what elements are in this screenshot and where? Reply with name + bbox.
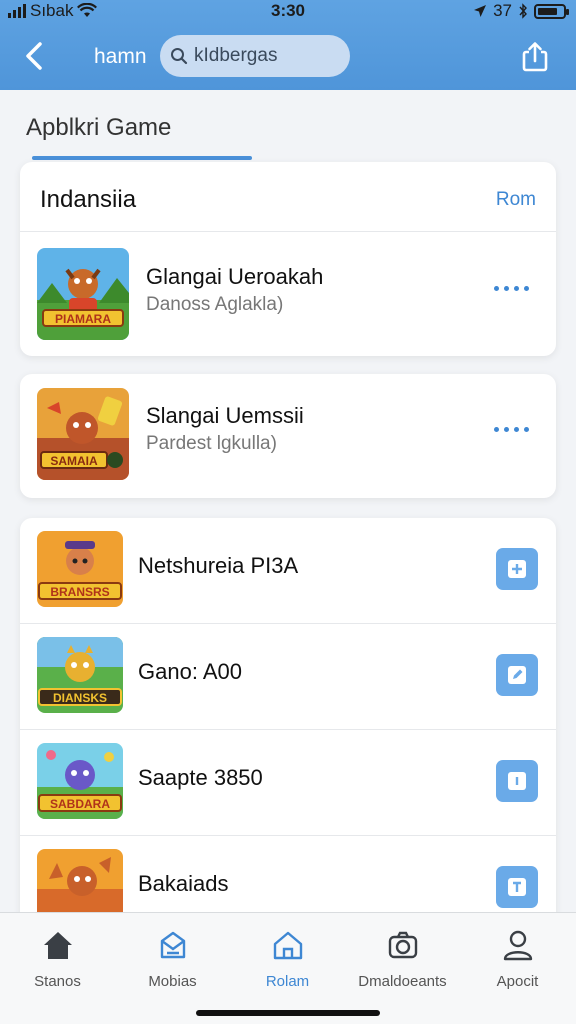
plus-icon: [508, 560, 526, 578]
game-thumbnail: PIAMARA: [37, 248, 129, 340]
location-arrow-icon: [474, 5, 487, 17]
list-item[interactable]: SABDARA Saapte 3850: [20, 730, 556, 836]
svg-text:SABDARA: SABDARA: [50, 797, 110, 811]
game-thumbnail: BRANSRS: [37, 531, 123, 607]
featured-card: Indansiia Rom PIAMARA Glangai Ueroakah D…: [20, 162, 556, 356]
game-art-icon: DIANSKS: [37, 637, 123, 713]
bluetooth-icon: [519, 3, 527, 19]
game-thumbnail: DIANSKS: [37, 637, 123, 713]
list-item[interactable]: DIANSKS Gano: A00: [20, 624, 556, 730]
section-title: Apblkri Game: [26, 114, 172, 141]
download-icon: [508, 878, 526, 896]
game-art-icon: PIAMARA: [37, 248, 129, 340]
more-options-button[interactable]: [494, 286, 529, 291]
download-button[interactable]: [496, 866, 538, 908]
edit-icon: [508, 666, 526, 684]
svg-text:DIANSKS: DIANSKS: [53, 691, 107, 705]
game-thumbnail: SAMAIA: [37, 388, 129, 480]
search-bar[interactable]: [160, 35, 350, 77]
game-title: Bakaiads: [138, 871, 229, 896]
battery-percent: 37: [493, 1, 512, 20]
tab-mobias[interactable]: Mobias: [115, 925, 230, 990]
game-title: Gano: A00: [138, 659, 242, 684]
featured-item-card[interactable]: SAMAIA Slangai Uemssii Pardest lgkulla): [20, 374, 556, 498]
app-header: Sıbak 3:30 37 hamn: [0, 0, 576, 90]
tab-apocit[interactable]: Apocit: [460, 925, 575, 990]
edit-button[interactable]: [496, 654, 538, 696]
game-thumbnail: SABDARA: [37, 743, 123, 819]
nav-title: hamn: [94, 45, 147, 68]
game-art-icon: SABDARA: [37, 743, 123, 819]
chevron-left-icon: [26, 42, 42, 70]
see-more-link[interactable]: Rom: [496, 189, 536, 211]
game-list: BRANSRS Netshureia PI3A DIANSKS Gano: A0…: [20, 518, 556, 938]
home-icon: [43, 932, 72, 959]
tab-dmaldoeants[interactable]: Dmaldoeants: [345, 925, 460, 990]
user-icon: [503, 930, 532, 961]
game-art-icon: BRANSRS: [37, 531, 123, 607]
game-subtitle: Danoss Aglakla): [146, 294, 284, 315]
house-outline-icon: [273, 931, 302, 960]
add-button[interactable]: [496, 548, 538, 590]
card-heading: Indansiia: [40, 186, 137, 213]
game-title: Netshureia PI3A: [138, 553, 299, 578]
svg-text:BRANSRS: BRANSRS: [50, 585, 109, 599]
svg-text:PIAMARA: PIAMARA: [55, 312, 111, 326]
tab-stanos[interactable]: Stanos: [0, 925, 115, 990]
search-input[interactable]: [194, 45, 344, 67]
game-art-icon: SAMAIA: [37, 388, 129, 480]
more-options-button[interactable]: [494, 427, 529, 432]
inbox-icon: [160, 931, 185, 959]
back-button[interactable]: [20, 38, 52, 74]
search-icon: [171, 48, 188, 65]
status-bar: Sıbak 3:30 37: [0, 0, 576, 24]
game-subtitle: Pardest lgkulla): [146, 433, 277, 454]
tab-rolam[interactable]: Rolam: [230, 925, 345, 990]
battery-icon: [534, 3, 569, 19]
share-icon: [522, 42, 548, 72]
tab-bar: Stanos Mobias Rolam Dmaldoeants Apocit: [0, 912, 576, 1024]
share-button[interactable]: [520, 40, 550, 74]
game-title: Glangai Ueroakah: [146, 264, 324, 289]
game-title: Saapte 3850: [138, 765, 263, 790]
info-icon: [508, 772, 526, 790]
game-title: Slangai Uemssii: [146, 403, 304, 428]
home-indicator: [196, 1010, 380, 1016]
info-button[interactable]: [496, 760, 538, 802]
svg-text:SAMAIA: SAMAIA: [50, 454, 98, 468]
section-tab-indicator: [32, 156, 252, 160]
list-item[interactable]: BRANSRS Netshureia PI3A: [20, 518, 556, 624]
camera-icon: [388, 931, 417, 959]
card-header: Indansiia Rom: [20, 162, 556, 232]
